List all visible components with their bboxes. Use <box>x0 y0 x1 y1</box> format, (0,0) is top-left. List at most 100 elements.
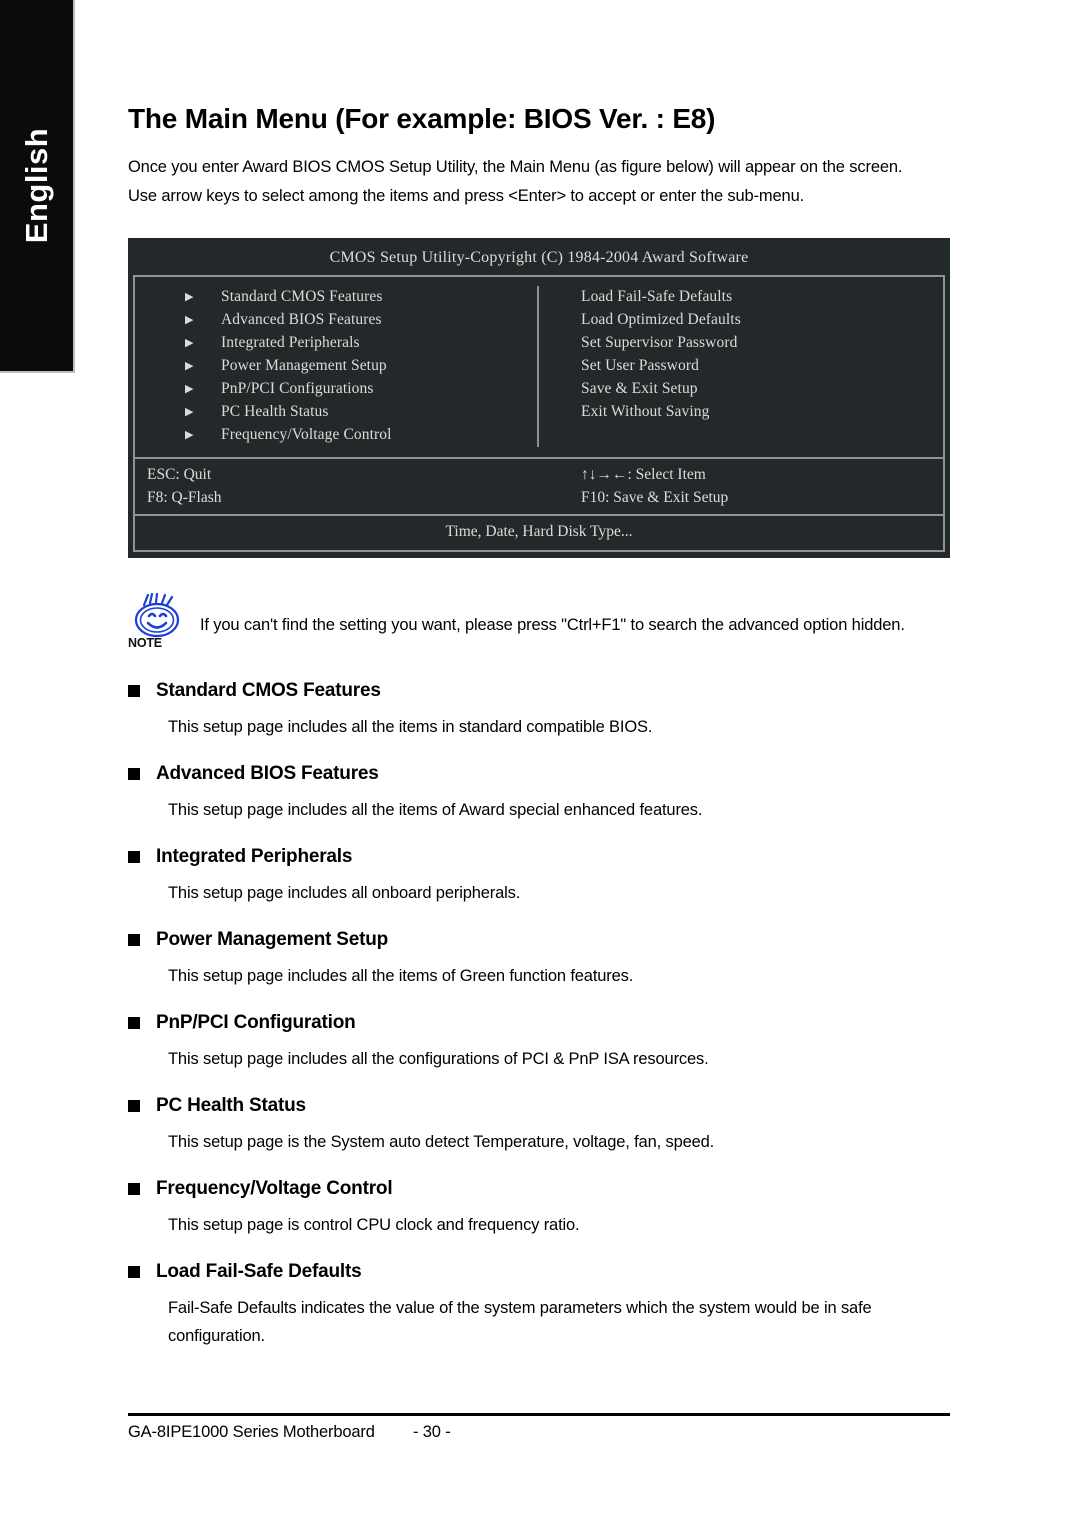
section-body: This setup page is control CPU clock and… <box>168 1215 580 1234</box>
bios-menu-area: ▶ Standard CMOS Features ▶ Advanced BIOS… <box>135 277 943 457</box>
bios-key-f10: F10: Save & Exit Setup <box>581 488 729 506</box>
bios-menu-item-label: PnP/PCI Configurations <box>221 380 374 398</box>
bios-menu-item-label: Load Optimized Defaults <box>581 311 741 329</box>
note-label: NOTE <box>128 635 162 650</box>
bios-menu-item[interactable]: ▶ Integrated Peripherals <box>185 332 537 355</box>
square-bullet-icon <box>128 1182 140 1195</box>
bios-key-esc: ESC: Quit <box>147 465 212 483</box>
section-heading: Standard CMOS Features <box>128 680 958 702</box>
language-tab: English <box>0 0 75 373</box>
bios-screen-figure: CMOS Setup Utility-Copyright (C) 1984-20… <box>128 237 950 558</box>
footer-divider <box>128 1413 950 1416</box>
section-body: This setup page includes all the items i… <box>168 717 653 736</box>
note-text: If you can't find the setting you want, … <box>200 615 905 634</box>
section-body: This setup page is the System auto detec… <box>168 1132 715 1151</box>
footer-row: GA-8IPE1000 Series Motherboard - 30 - <box>128 1423 950 1442</box>
page-title: The Main Menu (For example: BIOS Ver. : … <box>128 103 716 134</box>
bios-inner-frame: ▶ Standard CMOS Features ▶ Advanced BIOS… <box>133 274 945 552</box>
bios-menu-item-label: Exit Without Saving <box>581 403 710 421</box>
section-body: This setup page includes all the items o… <box>168 966 634 985</box>
intro-line-2: Use arrow keys to select among the items… <box>128 186 805 205</box>
section-title: Advanced BIOS Features <box>156 762 379 784</box>
bios-menu-item[interactable]: Load Fail-Safe Defaults <box>581 286 943 309</box>
section-pnp-pci-configuration: PnP/PCI Configuration This setup page in… <box>128 1012 958 1073</box>
page-footer: GA-8IPE1000 Series Motherboard - 30 - <box>128 1413 950 1442</box>
note-smiley-icon: NOTE <box>128 592 192 650</box>
section-heading: PC Health Status <box>128 1095 958 1117</box>
section-body: This setup page includes all the configu… <box>168 1049 709 1068</box>
intro-paragraph: Once you enter Award BIOS CMOS Setup Uti… <box>128 153 958 211</box>
bios-status-line: Time, Date, Hard Disk Type... <box>135 513 943 550</box>
square-bullet-icon <box>128 850 140 863</box>
section-heading: Advanced BIOS Features <box>128 763 958 785</box>
section-standard-cmos-features: Standard CMOS Features This setup page i… <box>128 680 958 741</box>
section-power-management-setup: Power Management Setup This setup page i… <box>128 929 958 990</box>
section-advanced-bios-features: Advanced BIOS Features This setup page i… <box>128 763 958 824</box>
bios-menu-item[interactable]: ▶ Frequency/Voltage Control <box>185 424 537 447</box>
square-bullet-icon <box>128 1265 140 1278</box>
section-frequency-voltage-control: Frequency/Voltage Control This setup pag… <box>128 1178 958 1239</box>
triangle-right-icon: ▶ <box>185 428 194 441</box>
bios-menu-item-label: Load Fail-Safe Defaults <box>581 288 733 306</box>
bios-menu-item-label: Advanced BIOS Features <box>221 311 382 329</box>
bios-menu-item-label: Set Supervisor Password <box>581 334 738 352</box>
bios-menu-item[interactable]: Set Supervisor Password <box>581 332 943 355</box>
triangle-right-icon: ▶ <box>185 382 194 395</box>
bios-right-column: Load Fail-Safe Defaults Load Optimized D… <box>539 286 943 447</box>
section-title: Frequency/Voltage Control <box>156 1177 393 1199</box>
section-integrated-peripherals: Integrated Peripherals This setup page i… <box>128 846 958 907</box>
bios-menu-item[interactable]: ▶ PC Health Status <box>185 401 537 424</box>
section-heading: Integrated Peripherals <box>128 846 958 868</box>
section-title: PnP/PCI Configuration <box>156 1011 356 1033</box>
bios-menu-item[interactable]: Set User Password <box>581 355 943 378</box>
bios-menu-item-label: Save & Exit Setup <box>581 380 698 398</box>
square-bullet-icon <box>128 933 140 946</box>
square-bullet-icon <box>128 1099 140 1112</box>
bios-key-legend-right: ↑↓→←: Select Item F10: Save & Exit Setup <box>539 463 943 509</box>
bios-menu-item[interactable]: ▶ Advanced BIOS Features <box>185 309 537 332</box>
bios-menu-item[interactable]: ▶ Power Management Setup <box>185 355 537 378</box>
bios-menu-item-label: Power Management Setup <box>221 357 387 375</box>
square-bullet-icon <box>128 684 140 697</box>
footer-product-name: GA-8IPE1000 Series Motherboard <box>128 1423 375 1441</box>
section-pc-health-status: PC Health Status This setup page is the … <box>128 1095 958 1156</box>
triangle-right-icon: ▶ <box>185 290 194 303</box>
language-tab-label: English <box>18 127 54 244</box>
bios-key-legend-left: ESC: Quit F8: Q-Flash <box>135 463 539 509</box>
square-bullet-icon <box>128 1016 140 1029</box>
triangle-right-icon: ▶ <box>185 359 194 372</box>
bios-menu-item[interactable]: ▶ PnP/PCI Configurations <box>185 378 537 401</box>
triangle-right-icon: ▶ <box>185 405 194 418</box>
intro-line-1: Once you enter Award BIOS CMOS Setup Uti… <box>128 157 903 176</box>
section-body: Fail-Safe Defaults indicates the value o… <box>168 1298 872 1345</box>
bios-menu-item-label: Standard CMOS Features <box>221 288 383 306</box>
section-title: PC Health Status <box>156 1094 306 1116</box>
section-load-fail-safe-defaults: Load Fail-Safe Defaults Fail-Safe Defaul… <box>128 1261 958 1350</box>
bios-left-column: ▶ Standard CMOS Features ▶ Advanced BIOS… <box>135 285 539 447</box>
triangle-right-icon: ▶ <box>185 313 194 326</box>
bios-menu-item[interactable]: ▶ Standard CMOS Features <box>185 286 537 309</box>
square-bullet-icon <box>128 767 140 780</box>
section-body: This setup page includes all the items o… <box>168 800 703 819</box>
section-title: Integrated Peripherals <box>156 845 353 867</box>
bios-menu-item-label: Integrated Peripherals <box>221 334 360 352</box>
note-callout: NOTE If you can't find the setting you w… <box>128 592 958 650</box>
section-heading: PnP/PCI Configuration <box>128 1012 958 1034</box>
bios-key-f8: F8: Q-Flash <box>147 488 222 506</box>
bios-menu-item[interactable]: Save & Exit Setup <box>581 378 943 401</box>
bios-menu-item-label: PC Health Status <box>221 403 329 421</box>
page-content: The Main Menu (For example: BIOS Ver. : … <box>128 0 958 1350</box>
bios-key-select-item: ↑↓→←: Select Item <box>581 465 706 483</box>
bios-menu-item[interactable]: Exit Without Saving <box>581 401 943 424</box>
description-sections: Standard CMOS Features This setup page i… <box>128 680 958 1350</box>
section-heading: Load Fail-Safe Defaults <box>128 1261 958 1283</box>
bios-menu-item-label: Set User Password <box>581 357 699 375</box>
triangle-right-icon: ▶ <box>185 336 194 349</box>
bios-menu-item[interactable]: Load Optimized Defaults <box>581 309 943 332</box>
section-title: Load Fail-Safe Defaults <box>156 1260 362 1282</box>
section-body: This setup page includes all onboard per… <box>168 883 521 902</box>
footer-page-number: - 30 - <box>413 1423 451 1441</box>
bios-menu-item-label: Frequency/Voltage Control <box>221 426 392 444</box>
section-title: Standard CMOS Features <box>156 679 381 701</box>
bios-key-legend: ESC: Quit F8: Q-Flash ↑↓→←: Select Item … <box>135 456 943 514</box>
